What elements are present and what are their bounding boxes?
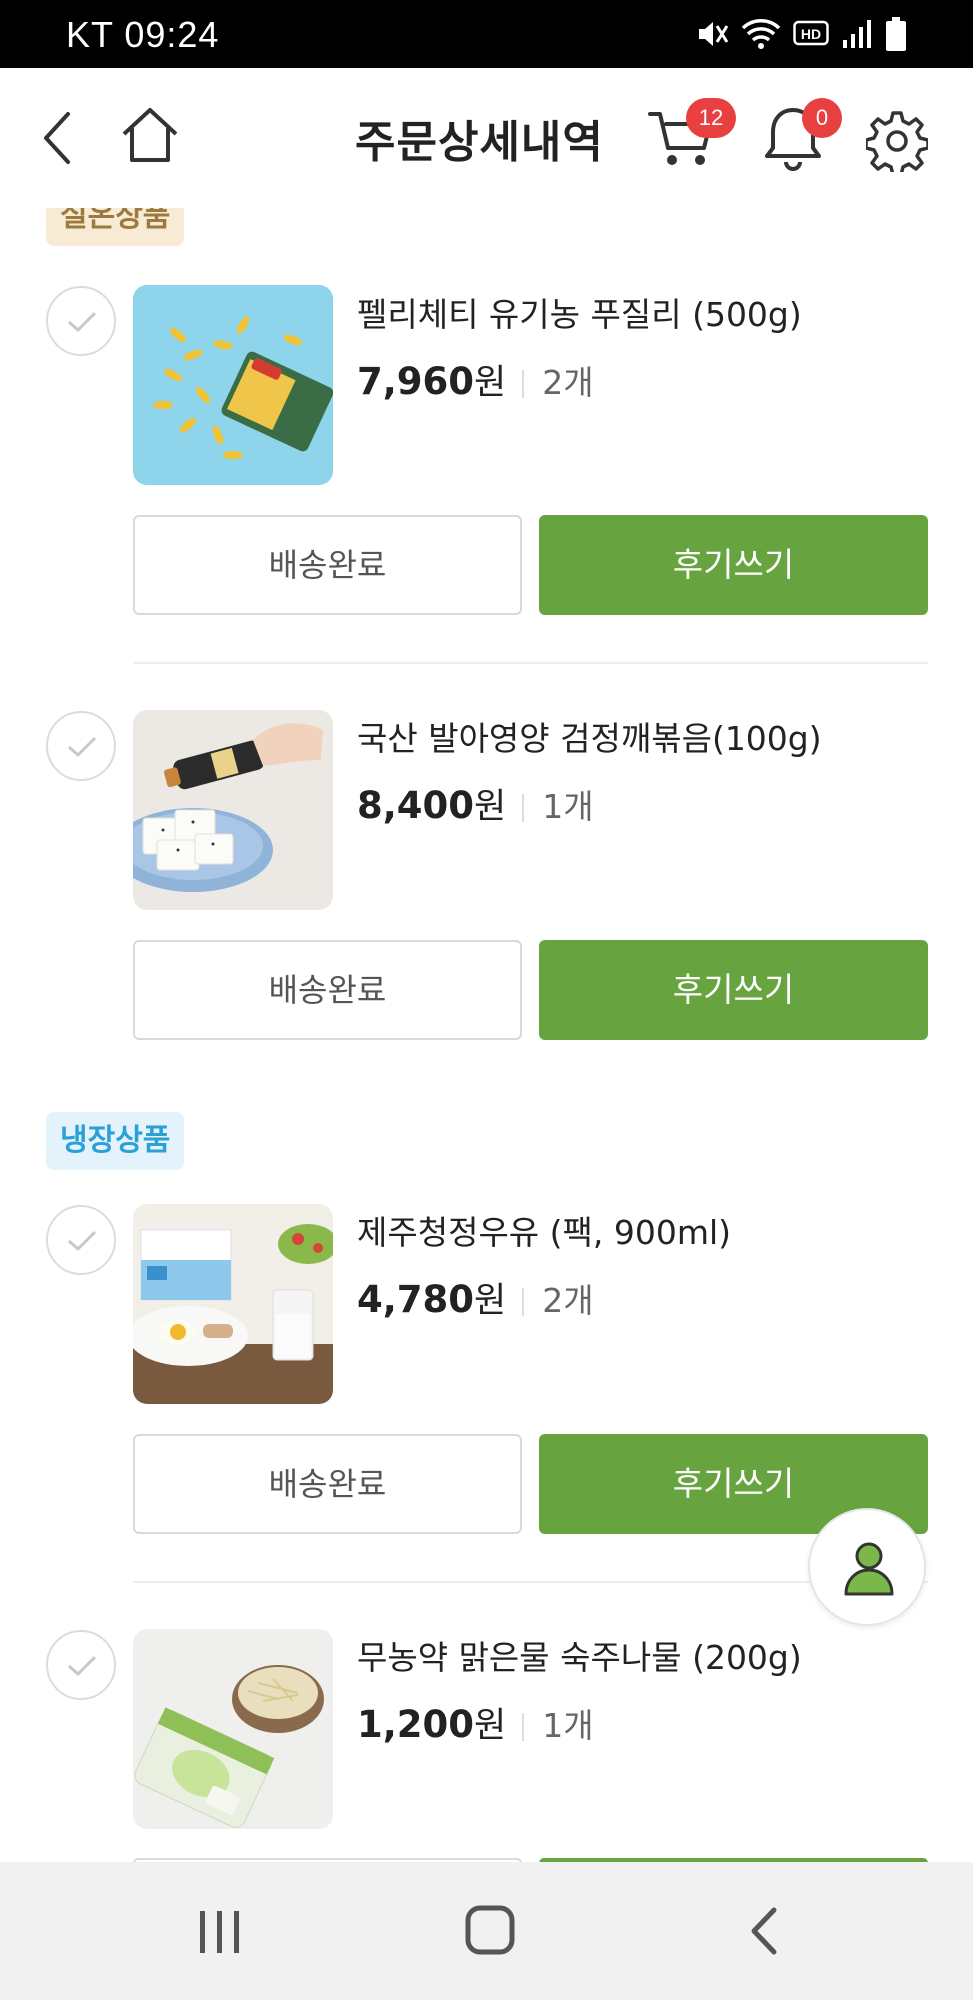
product-image-pasta[interactable] xyxy=(133,285,333,485)
delivery-status-button[interactable]: 배송완료 xyxy=(133,940,522,1040)
product-price: 7,960 xyxy=(357,360,475,403)
product-name[interactable]: 국산 발아영양 검정깨볶음(100g) xyxy=(357,712,822,760)
product-name[interactable]: 펠리체티 유기농 푸질리 (500g) xyxy=(357,288,802,336)
currency-unit: 원 xyxy=(474,1706,507,1746)
nav-back-icon[interactable] xyxy=(746,1906,782,1956)
mute-icon xyxy=(699,22,729,46)
app-header: 주문상세내역 12 0 xyxy=(0,68,973,208)
nav-home-icon[interactable] xyxy=(464,1904,516,1956)
back-arrow-icon[interactable] xyxy=(36,106,84,170)
product-name[interactable]: 무농약 맑은물 숙주나물 (200g) xyxy=(357,1631,802,1679)
system-nav-bar xyxy=(0,1862,973,2000)
price-qty-separator xyxy=(522,369,525,398)
svg-text:HD: HD xyxy=(801,26,821,42)
write-review-button[interactable]: 후기쓰기 xyxy=(539,940,928,1040)
profile-icon xyxy=(844,1542,894,1596)
product-image-bean-sprouts[interactable] xyxy=(133,1629,333,1829)
product-quantity: 1개 xyxy=(542,1706,594,1745)
currency-unit: 원 xyxy=(474,1281,507,1321)
signal-icon xyxy=(843,20,871,48)
select-checkbox[interactable] xyxy=(46,1630,116,1700)
check-icon xyxy=(68,311,97,333)
carrier-time: KT 09:24 xyxy=(66,14,220,55)
check-icon xyxy=(68,1230,97,1252)
home-icon[interactable] xyxy=(118,104,182,168)
currency-unit: 원 xyxy=(474,787,507,827)
product-quantity: 1개 xyxy=(542,787,594,826)
check-icon xyxy=(68,736,97,758)
product-image-sesame[interactable] xyxy=(133,710,333,910)
cart-count-badge: 12 xyxy=(686,98,736,138)
page-title: 주문상세내역 xyxy=(355,117,604,168)
product-price: 8,400 xyxy=(357,784,475,827)
status-bar: KT 09:24 HD xyxy=(0,0,973,68)
product-price-row: 4,780원 2개 xyxy=(357,1272,594,1323)
product-quantity: 2개 xyxy=(542,363,594,402)
item-divider xyxy=(133,1581,928,1583)
refrigerated-tag: 냉장상품 xyxy=(46,1112,185,1170)
product-price-row: 8,400원 1개 xyxy=(357,778,594,829)
price-qty-separator xyxy=(522,1287,525,1316)
status-icons: HD xyxy=(695,16,907,52)
item-divider xyxy=(133,662,928,664)
room-temp-tag-clip: 실온상품 xyxy=(0,208,973,252)
price-qty-separator xyxy=(522,793,525,822)
wifi-icon xyxy=(741,19,781,49)
product-price-row: 1,200원 1개 xyxy=(357,1697,594,1748)
product-price: 4,780 xyxy=(357,1278,475,1321)
price-qty-separator xyxy=(522,1712,525,1741)
profile-floating-button[interactable] xyxy=(808,1508,926,1626)
select-checkbox[interactable] xyxy=(46,286,116,356)
gear-icon[interactable] xyxy=(866,110,928,172)
check-icon xyxy=(68,1655,97,1677)
notification-count-badge: 0 xyxy=(802,98,842,138)
product-name[interactable]: 제주청정우유 (팩, 900ml) xyxy=(357,1206,731,1254)
recent-apps-icon[interactable] xyxy=(196,1909,244,1955)
product-quantity: 2개 xyxy=(542,1281,594,1320)
battery-icon xyxy=(886,17,906,51)
product-price: 1,200 xyxy=(357,1703,475,1746)
select-checkbox[interactable] xyxy=(46,1205,116,1275)
write-review-button[interactable]: 후기쓰기 xyxy=(539,515,928,615)
select-checkbox[interactable] xyxy=(46,711,116,781)
hd-icon: HD xyxy=(793,20,829,46)
delivery-status-button[interactable]: 배송완료 xyxy=(133,1434,522,1534)
delivery-status-button[interactable]: 배송완료 xyxy=(133,515,522,615)
product-image-milk[interactable] xyxy=(133,1204,333,1404)
product-price-row: 7,960원 2개 xyxy=(357,354,594,405)
room-temp-tag: 실온상품 xyxy=(46,208,185,246)
currency-unit: 원 xyxy=(474,363,507,403)
